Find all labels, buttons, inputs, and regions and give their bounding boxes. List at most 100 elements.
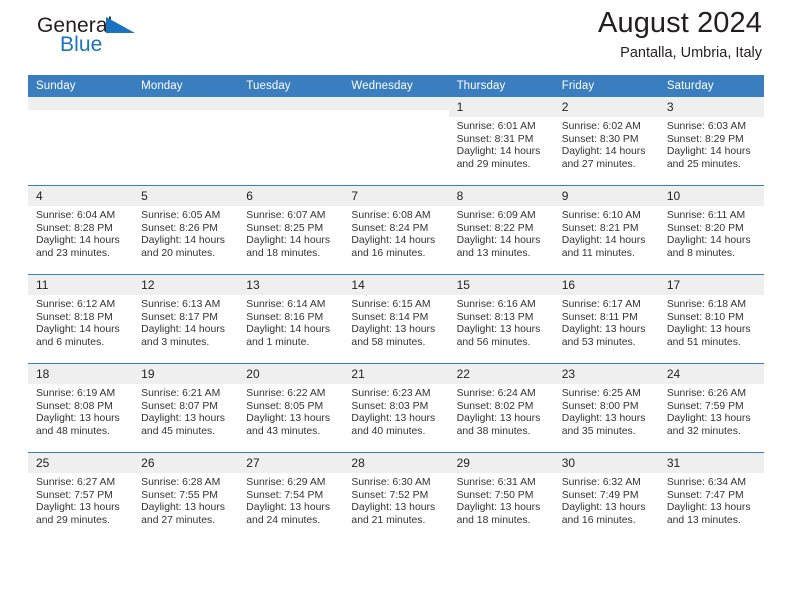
sunrise-text: Sunrise: 6:24 AM [456, 388, 536, 399]
day-number: 26 [133, 453, 239, 473]
day-details: Sunrise: 6:24 AM Sunset: 8:02 PM Daylight:… [449, 384, 554, 438]
day-cell-28[interactable]: 28 Sunrise: 6:30 AM Sunset: 7:52 PM Dayligh… [343, 452, 449, 541]
sunset-text: Sunset: 7:50 PM [456, 489, 534, 501]
day-cell-26[interactable]: 26 Sunrise: 6:28 AM Sunset: 7:55 PM Dayligh… [133, 452, 239, 541]
day-cell-8[interactable]: 8 Sunrise: 6:09 AM Sunset: 8:22 PM Daylight… [448, 185, 554, 275]
sunset-text: Sunset: 8:00 PM [561, 400, 639, 412]
sunset-text: Sunset: 8:18 PM [36, 311, 113, 323]
day-details: Sunrise: 6:18 AM Sunset: 8:10 PM Daylight:… [659, 295, 764, 349]
daylight-text: Daylight: 14 hours and 25 minutes. [666, 146, 751, 170]
day-number: 6 [238, 186, 344, 206]
day-cell-2[interactable]: 2 Sunrise: 6:02 AM Sunset: 8:30 PM Daylight… [553, 97, 659, 186]
day-number [343, 97, 449, 110]
day-cell-20[interactable]: 20 Sunrise: 6:22 AM Sunset: 8:05 PM Dayligh… [238, 363, 344, 453]
day-cell-5[interactable]: 5 Sunrise: 6:05 AM Sunset: 8:26 PM Daylight… [133, 185, 239, 275]
day-cell-16[interactable]: 16 Sunrise: 6:17 AM Sunset: 8:11 PM Dayligh… [553, 274, 659, 364]
day-details: Sunrise: 6:25 AM Sunset: 8:00 PM Daylight:… [554, 384, 659, 438]
day-cell-4[interactable]: 4 Sunrise: 6:04 AM Sunset: 8:28 PM Daylight… [28, 185, 134, 275]
day-cell-7[interactable]: 7 Sunrise: 6:08 AM Sunset: 8:24 PM Daylight… [343, 185, 449, 275]
day-cell-6[interactable]: 6 Sunrise: 6:07 AM Sunset: 8:25 PM Daylight… [238, 185, 344, 275]
sunset-text: Sunset: 8:16 PM [246, 311, 324, 323]
day-cell-empty [343, 97, 449, 186]
day-number: 21 [343, 364, 449, 384]
day-details: Sunrise: 6:17 AM Sunset: 8:11 PM Daylight:… [554, 295, 659, 349]
calendar-week-row: 4 Sunrise: 6:04 AM Sunset: 8:28 PM Daylight… [28, 185, 764, 275]
day-cell-19[interactable]: 19 Sunrise: 6:21 AM Sunset: 8:07 PM Dayligh… [133, 363, 239, 453]
day-number: 19 [133, 364, 239, 384]
day-number: 27 [238, 453, 344, 473]
sunrise-text: Sunrise: 6:17 AM [561, 299, 641, 310]
day-details: Sunrise: 6:19 AM Sunset: 8:08 PM Daylight:… [28, 384, 133, 438]
sunset-text: Sunset: 8:11 PM [561, 311, 638, 323]
day-details: Sunrise: 6:16 AM Sunset: 8:13 PM Daylight:… [449, 295, 554, 349]
day-details: Sunrise: 6:27 AM Sunset: 7:57 PM Daylight:… [28, 473, 133, 527]
daylight-text: Daylight: 13 hours and 29 minutes. [36, 502, 120, 526]
day-details: Sunrise: 6:34 AM Sunset: 7:47 PM Daylight:… [659, 473, 764, 527]
sunset-text: Sunset: 8:05 PM [246, 400, 324, 412]
day-details: Sunrise: 6:23 AM Sunset: 8:03 PM Daylight:… [343, 384, 448, 438]
day-cell-1[interactable]: 1 Sunrise: 6:01 AM Sunset: 8:31 PM Daylight… [448, 97, 554, 186]
day-cell-29[interactable]: 29 Sunrise: 6:31 AM Sunset: 7:50 PM Dayligh… [448, 452, 554, 541]
day-details: Sunrise: 6:22 AM Sunset: 8:05 PM Daylight:… [238, 384, 343, 438]
day-number: 11 [28, 275, 134, 295]
day-cell-10[interactable]: 10 Sunrise: 6:11 AM Sunset: 8:20 PM Dayligh… [658, 185, 764, 275]
daylight-text: Daylight: 14 hours and 18 minutes. [246, 235, 331, 259]
sunset-text: Sunset: 8:02 PM [456, 400, 534, 412]
day-cell-30[interactable]: 30 Sunrise: 6:32 AM Sunset: 7:49 PM Dayligh… [553, 452, 659, 541]
day-cell-9[interactable]: 9 Sunrise: 6:10 AM Sunset: 8:21 PM Daylight… [553, 185, 659, 275]
day-cell-23[interactable]: 23 Sunrise: 6:25 AM Sunset: 8:00 PM Dayligh… [553, 363, 659, 453]
day-number [238, 97, 344, 110]
logo-text-blue: Blue [60, 33, 103, 56]
day-details: Sunrise: 6:05 AM Sunset: 8:26 PM Daylight:… [133, 206, 238, 260]
day-number: 14 [343, 275, 449, 295]
day-cell-13[interactable]: 13 Sunrise: 6:14 AM Sunset: 8:16 PM Dayligh… [238, 274, 344, 364]
sunset-text: Sunset: 8:22 PM [456, 222, 534, 234]
sunset-text: Sunset: 7:49 PM [561, 489, 639, 501]
general-blue-logo[interactable]: General Blue [28, 14, 228, 66]
day-details: Sunrise: 6:15 AM Sunset: 8:14 PM Daylight:… [343, 295, 448, 349]
day-cell-12[interactable]: 12 Sunrise: 6:13 AM Sunset: 8:17 PM Dayligh… [133, 274, 239, 364]
day-details: Sunrise: 6:01 AM Sunset: 8:31 PM Daylight:… [449, 117, 554, 171]
day-number: 28 [343, 453, 449, 473]
day-cell-3[interactable]: 3 Sunrise: 6:03 AM Sunset: 8:29 PM Daylight… [658, 97, 764, 186]
title-block: August 2024 Pantalla, Umbria, Italy [598, 5, 764, 64]
day-cell-14[interactable]: 14 Sunrise: 6:15 AM Sunset: 8:14 PM Dayligh… [343, 274, 449, 364]
daylight-text: Daylight: 14 hours and 20 minutes. [141, 235, 225, 259]
day-cell-31[interactable]: 31 Sunrise: 6:34 AM Sunset: 7:47 PM Dayligh… [658, 452, 764, 541]
daylight-text: Daylight: 13 hours and 18 minutes. [456, 502, 541, 526]
sunrise-text: Sunrise: 6:08 AM [351, 210, 431, 221]
day-cell-empty [238, 97, 344, 186]
day-details: Sunrise: 6:13 AM Sunset: 8:17 PM Daylight:… [133, 295, 238, 349]
day-cell-15[interactable]: 15 Sunrise: 6:16 AM Sunset: 8:13 PM Dayligh… [448, 274, 554, 364]
daylight-text: Daylight: 14 hours and 23 minutes. [36, 235, 120, 259]
day-cell-22[interactable]: 22 Sunrise: 6:24 AM Sunset: 8:02 PM Dayligh… [448, 363, 554, 453]
location-subtitle: Pantalla, Umbria, Italy [620, 45, 762, 61]
day-details: Sunrise: 6:31 AM Sunset: 7:50 PM Daylight:… [449, 473, 554, 527]
day-cell-18[interactable]: 18 Sunrise: 6:19 AM Sunset: 8:08 PM Dayligh… [28, 363, 134, 453]
day-cell-11[interactable]: 11 Sunrise: 6:12 AM Sunset: 8:18 PM Dayligh… [28, 274, 134, 364]
sunrise-text: Sunrise: 6:04 AM [36, 210, 116, 221]
daylight-text: Daylight: 14 hours and 3 minutes. [141, 324, 225, 348]
daylight-text: Daylight: 14 hours and 16 minutes. [351, 235, 436, 259]
day-details: Sunrise: 6:08 AM Sunset: 8:24 PM Daylight:… [343, 206, 448, 260]
calendar-body: 1 Sunrise: 6:01 AM Sunset: 8:31 PM Daylight… [28, 97, 764, 541]
sunrise-text: Sunrise: 6:05 AM [141, 210, 221, 221]
calendar-page: General Blue August 2024 Pantalla, Umbri… [0, 0, 792, 612]
sunrise-text: Sunrise: 6:12 AM [36, 299, 116, 310]
day-cell-17[interactable]: 17 Sunrise: 6:18 AM Sunset: 8:10 PM Dayligh… [658, 274, 764, 364]
daylight-text: Daylight: 14 hours and 8 minutes. [666, 235, 751, 259]
day-cell-25[interactable]: 25 Sunrise: 6:27 AM Sunset: 7:57 PM Dayligh… [28, 452, 134, 541]
day-cell-27[interactable]: 27 Sunrise: 6:29 AM Sunset: 7:54 PM Dayligh… [238, 452, 344, 541]
day-details: Sunrise: 6:12 AM Sunset: 8:18 PM Daylight:… [28, 295, 133, 349]
sunset-text: Sunset: 8:07 PM [141, 400, 218, 412]
day-details: Sunrise: 6:09 AM Sunset: 8:22 PM Daylight:… [449, 206, 554, 260]
day-details: Sunrise: 6:07 AM Sunset: 8:25 PM Daylight:… [238, 206, 343, 260]
day-cell-21[interactable]: 21 Sunrise: 6:23 AM Sunset: 8:03 PM Dayligh… [343, 363, 449, 453]
day-cell-24[interactable]: 24 Sunrise: 6:26 AM Sunset: 7:59 PM Dayligh… [658, 363, 764, 453]
sunrise-text: Sunrise: 6:23 AM [351, 388, 431, 399]
daylight-text: Daylight: 13 hours and 13 minutes. [666, 502, 751, 526]
day-number: 20 [238, 364, 344, 384]
daylight-text: Daylight: 13 hours and 16 minutes. [561, 502, 646, 526]
sunset-text: Sunset: 7:54 PM [246, 489, 324, 501]
sunset-text: Sunset: 7:57 PM [36, 489, 113, 501]
